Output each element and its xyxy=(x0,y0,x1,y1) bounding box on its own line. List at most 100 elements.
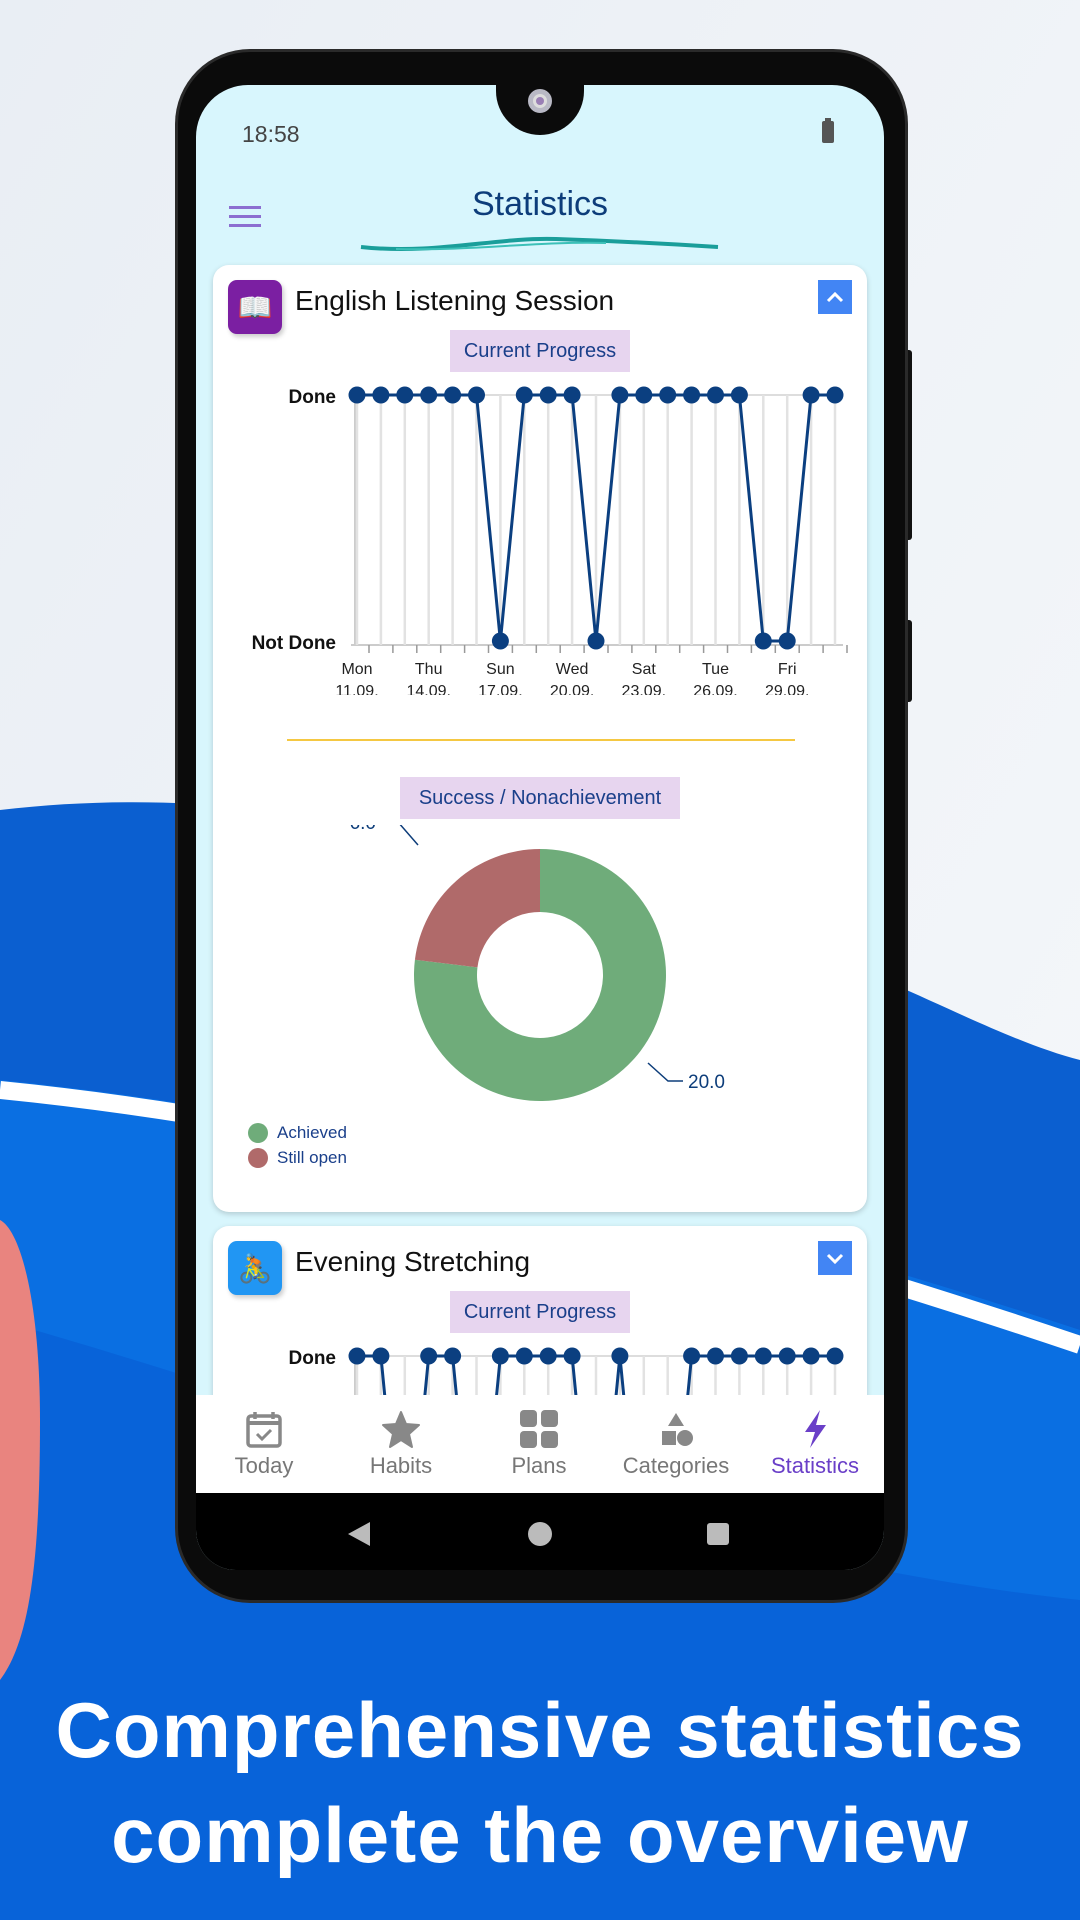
nav-label: Categories xyxy=(622,1453,730,1478)
battery-icon xyxy=(822,118,834,143)
app-screen: 18:58 Statistics 📖 English Listening Ses… xyxy=(196,85,884,1570)
nav-habits[interactable]: Habits xyxy=(336,1395,466,1493)
shapes-icon xyxy=(662,1413,693,1446)
chevron-up-icon xyxy=(826,291,844,303)
y-label-done: Done xyxy=(289,387,337,408)
caption-line-1: Comprehensive statistics xyxy=(55,1686,1025,1774)
data-point xyxy=(491,632,509,650)
camera-icon xyxy=(528,89,552,113)
data-point xyxy=(563,386,581,404)
data-point xyxy=(563,1347,581,1365)
data-point xyxy=(754,1347,772,1365)
grid-icon xyxy=(520,1410,558,1448)
label-leader xyxy=(647,1062,683,1082)
data-point xyxy=(730,1347,748,1365)
legend-still-open-swatch xyxy=(248,1148,268,1168)
x-tick-day: Mon xyxy=(341,661,372,678)
data-point xyxy=(491,1347,509,1365)
data-point xyxy=(468,386,485,404)
x-tick-day: Sun xyxy=(486,661,514,678)
data-point xyxy=(539,386,557,404)
home-icon[interactable] xyxy=(528,1522,552,1546)
title-underline-swoosh xyxy=(360,236,719,252)
recents-icon[interactable] xyxy=(707,1523,729,1545)
data-point xyxy=(396,386,414,404)
x-tick-day: Fri xyxy=(778,661,797,678)
x-tick-day: Tue xyxy=(702,661,729,678)
data-point xyxy=(515,1347,533,1365)
data-point xyxy=(587,632,605,650)
divider xyxy=(287,739,795,741)
label-leader xyxy=(399,825,419,846)
data-point xyxy=(826,386,844,404)
legend-achieved-swatch xyxy=(248,1123,268,1143)
data-point xyxy=(611,386,629,404)
data-point xyxy=(420,1347,438,1365)
star-icon xyxy=(382,1411,420,1448)
success-donut-chart: 6.0 20.0 xyxy=(350,825,725,1101)
x-tick-date: 11.09. xyxy=(335,683,378,695)
nav-statistics[interactable]: Statistics xyxy=(750,1395,880,1493)
page-title: Statistics xyxy=(471,185,609,223)
data-point xyxy=(707,386,724,404)
cyclist-icon: 🚴 xyxy=(228,1241,282,1295)
data-point xyxy=(444,386,462,404)
y-label-done: Done xyxy=(289,1348,337,1369)
success-chart-label: Success / Nonachievement xyxy=(400,777,680,819)
data-point xyxy=(635,386,653,404)
nav-label: Statistics xyxy=(770,1453,860,1478)
legend-achieved: Achieved xyxy=(277,1123,347,1142)
nav-plans[interactable]: Plans xyxy=(474,1395,604,1493)
data-point xyxy=(372,386,390,404)
data-point xyxy=(778,632,796,650)
data-point xyxy=(754,632,772,650)
nav-label: Today xyxy=(234,1453,294,1478)
habit-title: Evening Stretching xyxy=(295,1246,531,1277)
x-tick-date: 20.09. xyxy=(550,683,594,695)
pie-slice-still-open xyxy=(414,849,540,968)
data-point xyxy=(539,1347,557,1365)
x-tick-date: 29.09. xyxy=(765,683,809,695)
data-point xyxy=(348,1347,366,1365)
pie-label-achieved: 20.0 xyxy=(688,1072,725,1093)
data-point xyxy=(444,1347,462,1365)
lightning-icon xyxy=(805,1410,826,1448)
data-point xyxy=(778,1347,796,1365)
chevron-down-icon xyxy=(826,1253,844,1264)
x-tick-date: 14.09. xyxy=(406,683,450,695)
data-point xyxy=(730,386,748,404)
data-point xyxy=(348,386,366,404)
data-point xyxy=(802,386,820,404)
progress-line-chart: Done Not Done Mon 11.09. Thu 14.09. Sun 17.09. W… xyxy=(252,386,848,695)
pie-label-still-open: 6.0 xyxy=(350,825,376,834)
nav-categories[interactable]: Categories xyxy=(611,1395,741,1493)
legend-still-open: Still open xyxy=(277,1148,347,1167)
data-point xyxy=(420,386,438,404)
data-point xyxy=(515,386,533,404)
y-label-not-done: Not Done xyxy=(252,633,336,654)
caption-line-2: complete the overview xyxy=(111,1791,969,1879)
nav-today[interactable]: Today xyxy=(199,1395,329,1493)
x-tick-day: Sat xyxy=(632,661,657,678)
bottom-navigation: Today Habits Plans Categories Statistics xyxy=(196,1395,884,1493)
data-point xyxy=(659,386,677,404)
collapse-button[interactable] xyxy=(818,280,852,314)
x-tick-date: 26.09. xyxy=(693,683,737,695)
data-point xyxy=(802,1347,820,1365)
habit-title: English Listening Session xyxy=(295,285,615,316)
x-tick-day: Wed xyxy=(556,661,589,678)
data-point xyxy=(611,1347,629,1365)
book-icon: 📖 xyxy=(228,280,282,334)
expand-button[interactable] xyxy=(818,1241,852,1275)
system-navigation-bar xyxy=(196,1493,884,1570)
habit-card-english: 📖 English Listening Session Current Prog… xyxy=(213,265,867,1212)
camera-notch xyxy=(496,85,584,135)
x-tick-date: 23.09. xyxy=(622,683,666,695)
back-icon[interactable] xyxy=(346,1521,372,1547)
x-tick-date: 17.09. xyxy=(478,683,522,695)
calendar-check-icon xyxy=(246,1412,282,1448)
status-time: 18:58 xyxy=(242,121,300,147)
data-point xyxy=(707,1347,724,1365)
data-point xyxy=(826,1347,844,1365)
nav-label: Plans xyxy=(511,1453,567,1478)
